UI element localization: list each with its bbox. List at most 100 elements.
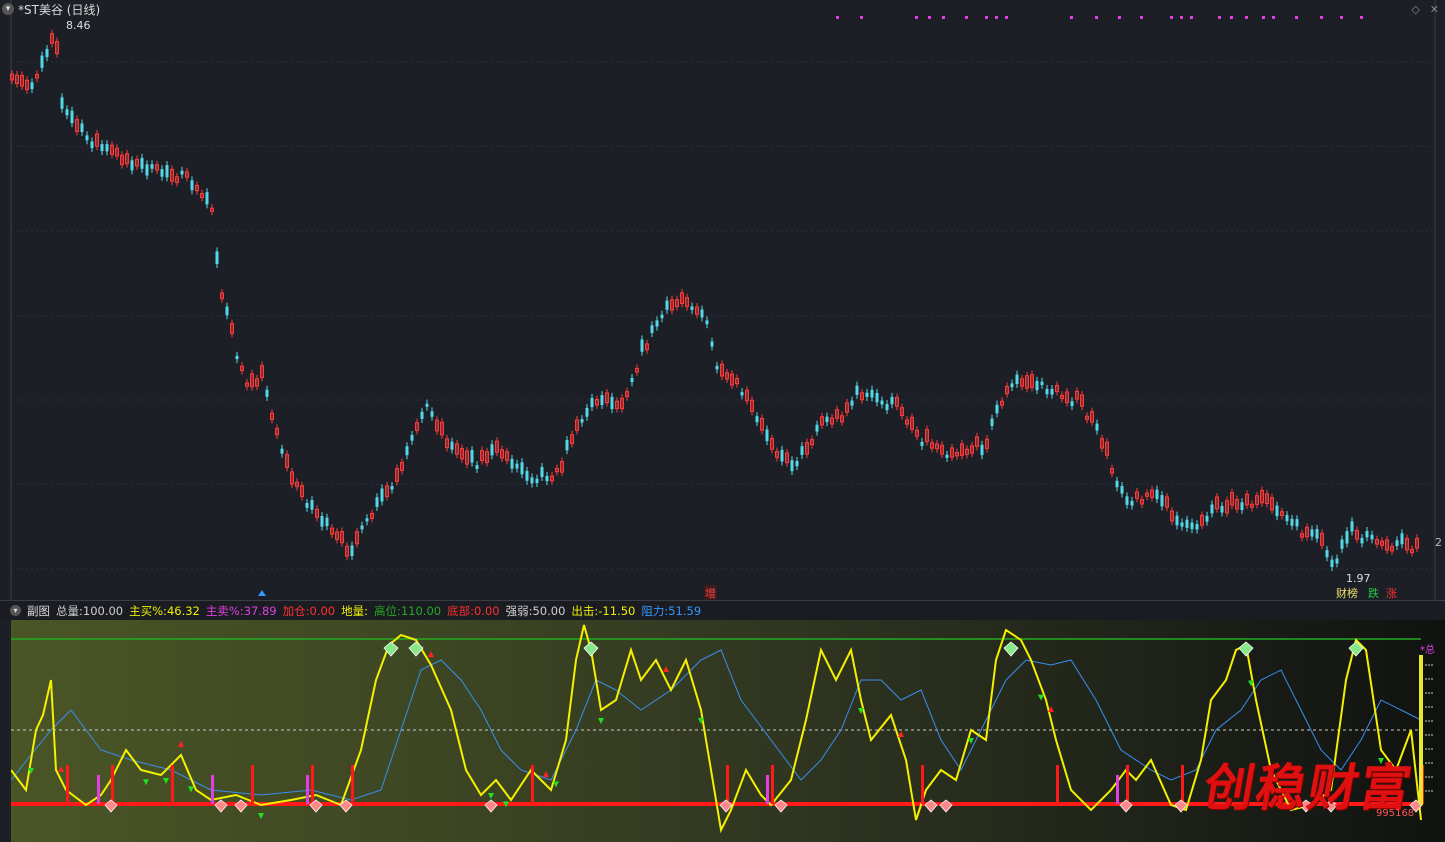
candle-body (1095, 423, 1099, 431)
candle-body (800, 446, 804, 455)
down-arrow-icon (1038, 694, 1044, 701)
candle-body (1335, 558, 1339, 564)
candle-body (305, 502, 309, 508)
up-arrow-icon (58, 766, 64, 772)
signal-dot (1295, 16, 1298, 19)
badge-fall[interactable]: 跌 (1366, 585, 1381, 601)
sub-chart-name[interactable]: 副图 (27, 603, 50, 619)
signal-dot (1070, 16, 1073, 19)
candle-body (1040, 381, 1044, 386)
diamond-icon (1003, 641, 1019, 657)
signal-dot (928, 16, 931, 19)
candle-body (1175, 515, 1179, 526)
signal-bar-magenta (211, 775, 214, 804)
down-arrow-icon (968, 738, 974, 744)
candle-body (710, 341, 714, 347)
diamond-icon (774, 799, 788, 813)
right-axis-label: 2 (1435, 536, 1442, 549)
candle-body (1295, 519, 1299, 527)
candle-body (1400, 533, 1404, 545)
candle-body (145, 164, 149, 176)
candle-body (375, 497, 379, 508)
signal-bar-magenta (306, 775, 309, 804)
candle-body (610, 396, 614, 410)
signal-bar (66, 765, 69, 804)
candle-body (1360, 537, 1364, 544)
up-arrow-icon (178, 741, 184, 747)
level-bar (1419, 655, 1423, 805)
signal-dot (1005, 16, 1008, 19)
signal-bar-magenta (1116, 775, 1119, 804)
candle-body (1330, 559, 1334, 568)
candle-body (520, 462, 524, 475)
signal-dot (1272, 16, 1275, 19)
signal-dot (836, 16, 839, 19)
candle-body (365, 518, 369, 522)
candle-body (280, 448, 284, 454)
indicator-high: 高位:110.00 (373, 603, 442, 618)
close-icon[interactable]: ✕ (1430, 3, 1439, 16)
candle-body (545, 476, 549, 482)
candle-body (1125, 496, 1129, 505)
candle-body (1070, 401, 1074, 407)
candle-body (225, 306, 229, 316)
signal-dot (1180, 16, 1183, 19)
high-price-label: 8.46 (66, 19, 91, 32)
candle-body (1325, 550, 1329, 558)
candle-body (980, 444, 984, 456)
candle-body (320, 516, 324, 527)
indicator-main-sell: 主卖%:37.89 (205, 603, 277, 618)
candle-body (1185, 519, 1189, 528)
candlestick-chart[interactable] (0, 0, 1445, 600)
candle-body (410, 434, 414, 441)
candle-body (205, 192, 209, 205)
candle-body (1190, 522, 1194, 530)
candle-body (470, 450, 474, 463)
candle-body (1285, 515, 1289, 522)
candle-body (665, 300, 669, 310)
diamond-icon (939, 799, 953, 813)
candle-body (640, 339, 644, 352)
diamond-icon[interactable]: ◇ (1411, 3, 1419, 16)
candle-body (475, 465, 479, 469)
main-chart-pane[interactable]: ▾ *ST美谷 (日线) ◇ ✕ 8.46 1.97 2 增 财榜 跌 涨 (0, 0, 1445, 601)
candle-body (515, 463, 519, 469)
candle-body (30, 82, 34, 90)
candle-body (180, 170, 184, 175)
candle-body (1395, 540, 1399, 546)
signal-bar (351, 765, 354, 804)
signal-bar-magenta (766, 775, 769, 804)
up-arrow-icon (543, 771, 549, 777)
candle-body (65, 109, 69, 116)
signal-bar (771, 765, 774, 804)
signal-dot (942, 16, 945, 19)
candle-body (1365, 531, 1369, 538)
up-arrow-icon (258, 590, 266, 596)
candle-body (585, 407, 589, 417)
signal-dot (1218, 16, 1221, 19)
candle-body (350, 545, 354, 557)
candle-body (1155, 489, 1159, 500)
signal-dot (1170, 16, 1173, 19)
candle-body (755, 416, 759, 423)
badge-caibang[interactable]: 财榜 (1334, 585, 1360, 601)
diamond-icon (1238, 641, 1254, 657)
badge-rise[interactable]: 涨 (1384, 585, 1399, 601)
collapse-icon[interactable]: ▾ (2, 3, 14, 15)
low-price-label: 1.97 (1346, 572, 1371, 585)
event-marker-label[interactable]: 增 (704, 585, 717, 601)
signal-bar (726, 765, 729, 804)
candle-body (1050, 388, 1054, 395)
candle-body (765, 429, 769, 442)
candle-body (430, 411, 434, 417)
candle-body (565, 440, 569, 451)
signal-dot (1360, 16, 1363, 19)
candle-body (265, 389, 269, 397)
candle-body (150, 164, 154, 169)
signal-dot (1245, 16, 1248, 19)
candle-body (890, 396, 894, 405)
candle-body (510, 458, 514, 469)
sub-collapse-icon[interactable]: ▾ (10, 605, 21, 616)
candle-body (740, 392, 744, 396)
candle-body (85, 135, 89, 141)
